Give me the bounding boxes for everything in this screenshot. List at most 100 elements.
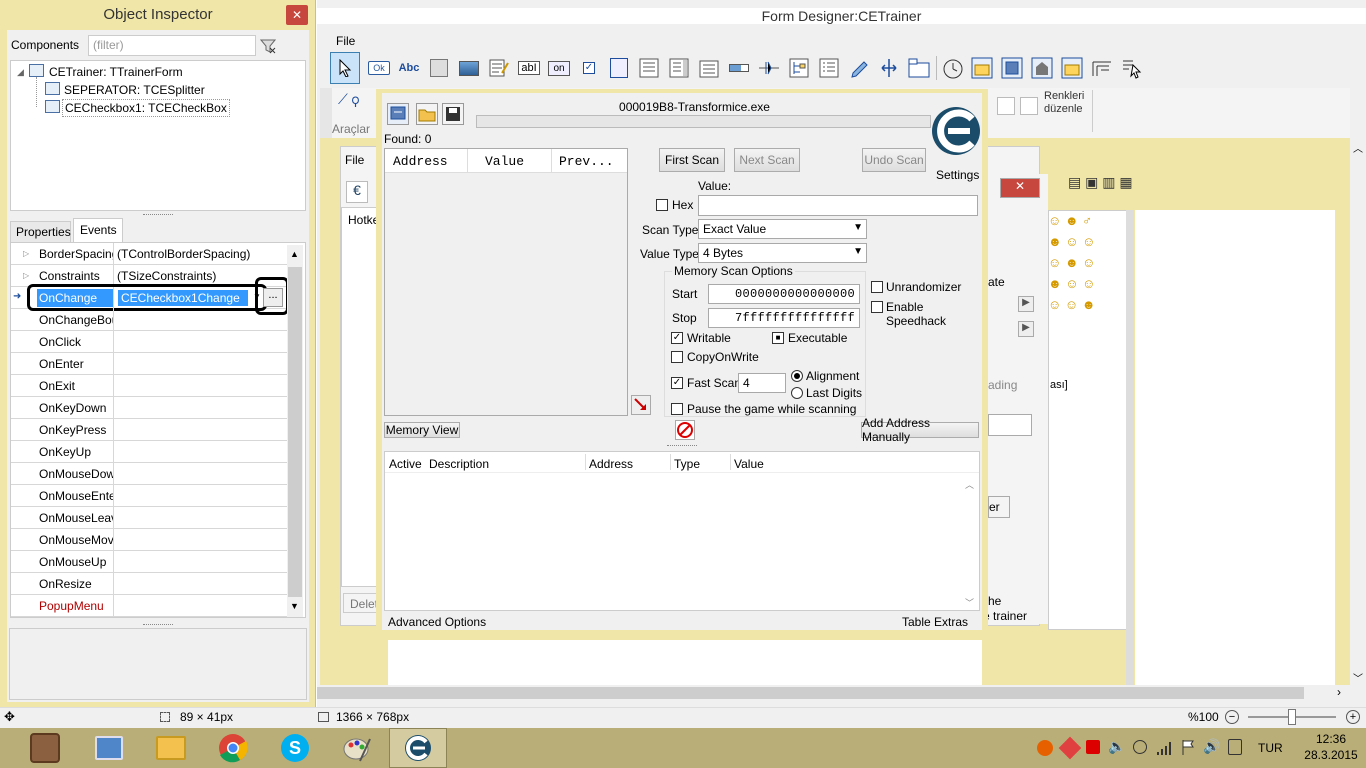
- inspector-close-button[interactable]: ✕: [286, 5, 308, 25]
- tsavedialog-icon[interactable]: [1000, 56, 1024, 80]
- start-address-input[interactable]: 0000000000000000: [708, 284, 860, 304]
- tcheckbox-icon[interactable]: ✓: [577, 56, 601, 80]
- ttrackbar-icon[interactable]: [757, 56, 781, 80]
- topendialog-icon[interactable]: [970, 56, 994, 80]
- event-value[interactable]: (TSizeConstraints): [117, 269, 216, 283]
- save-icon[interactable]: [442, 103, 464, 125]
- tcedit-icon[interactable]: abI: [517, 56, 541, 80]
- alignment-radio[interactable]: [791, 370, 803, 382]
- filter-clear-icon[interactable]: [260, 38, 276, 54]
- scroll-down-icon[interactable]: ▼: [290, 601, 299, 611]
- event-row[interactable]: OnEnter: [11, 353, 287, 375]
- advanced-options-link[interactable]: Advanced Options: [388, 615, 486, 629]
- tray-volume-icon[interactable]: 🔈: [1108, 738, 1125, 755]
- input-language[interactable]: TUR: [1258, 741, 1283, 755]
- tprogressbar-icon[interactable]: [727, 56, 751, 80]
- taskbar-app-explorer-icon[interactable]: [148, 730, 194, 766]
- filter-input[interactable]: (filter): [88, 35, 256, 56]
- scroll-thumb[interactable]: [288, 267, 302, 597]
- tray-flag-icon[interactable]: [1180, 739, 1196, 755]
- tree-expand-icon[interactable]: ◢: [17, 67, 24, 78]
- executable-checkbox[interactable]: ■: [772, 332, 784, 344]
- th-address[interactable]: Address: [589, 457, 633, 471]
- event-row[interactable]: ▷ BorderSpacing (TControlBorderSpacing): [11, 243, 287, 265]
- designer-vscroll[interactable]: ︿ ﹀: [1350, 140, 1366, 685]
- tedit-icon[interactable]: [427, 56, 451, 80]
- add-address-manually-button[interactable]: Add Address Manually: [861, 416, 979, 444]
- th-description[interactable]: Description: [429, 457, 489, 471]
- splitter-grip[interactable]: [143, 214, 173, 217]
- col-address[interactable]: Address: [393, 154, 448, 169]
- tmemo-icon[interactable]: [487, 56, 511, 80]
- stop-scan-icon[interactable]: [675, 420, 695, 440]
- tpanel-icon[interactable]: [607, 56, 631, 80]
- th-active[interactable]: Active: [389, 457, 422, 471]
- tlistview-icon[interactable]: [817, 56, 841, 80]
- tray-speaker-icon[interactable]: 🔊: [1203, 738, 1220, 755]
- tlistbox-icon[interactable]: [637, 56, 661, 80]
- taskbar-app-control-panel-icon[interactable]: [86, 730, 132, 766]
- scroll-down-icon[interactable]: ﹀: [965, 596, 974, 609]
- tcelistview-icon[interactable]: [1030, 56, 1054, 80]
- col-previous[interactable]: Prev...: [559, 154, 614, 169]
- event-row[interactable]: OnChangeBounds: [11, 309, 287, 331]
- event-row[interactable]: OnResize: [11, 573, 287, 595]
- clock-date[interactable]: 28.3.2015: [1298, 748, 1364, 762]
- writable-checkbox[interactable]: ✓: [671, 332, 683, 344]
- open-process-icon[interactable]: [387, 103, 409, 125]
- tpointer-ext-icon[interactable]: [1120, 56, 1144, 80]
- zoom-in-icon[interactable]: +: [1346, 710, 1360, 724]
- settings-label[interactable]: Settings: [936, 168, 979, 182]
- taskbar-app-cheatengine-icon[interactable]: [389, 728, 447, 768]
- tree-item-checkbox[interactable]: CECheckbox1: TCECheckBox: [62, 99, 230, 117]
- event-value[interactable]: CECheckbox1Change: [117, 289, 249, 307]
- tcombobox-icon[interactable]: [667, 56, 691, 80]
- tree-item-form[interactable]: CETrainer: TTrainerForm: [49, 65, 183, 79]
- tpaintbox-icon[interactable]: [847, 56, 871, 80]
- zoom-out-icon[interactable]: −: [1225, 710, 1239, 724]
- fast-scan-input[interactable]: 4: [738, 373, 786, 393]
- expand-icon[interactable]: ▷: [23, 249, 29, 258]
- event-row[interactable]: OnMouseEnter: [11, 485, 287, 507]
- taskbar-app-paint-icon[interactable]: [334, 730, 380, 766]
- event-row[interactable]: ➜ ▼... OnChange CECheckbox1Change: [11, 277, 289, 315]
- event-row[interactable]: OnMouseMove: [11, 529, 287, 551]
- event-row[interactable]: OnKeyUp: [11, 441, 287, 463]
- splitter-grip[interactable]: [667, 445, 697, 448]
- tree-item-splitter[interactable]: SEPERATOR: TCESplitter: [64, 83, 205, 97]
- value-input[interactable]: [698, 195, 978, 216]
- speedhack-checkbox[interactable]: [871, 301, 883, 313]
- memory-view-button[interactable]: Memory View: [384, 422, 460, 438]
- th-value[interactable]: Value: [734, 457, 764, 471]
- taskbar-app-skype-icon[interactable]: S: [272, 730, 318, 766]
- tsplitview-icon[interactable]: [1090, 56, 1114, 80]
- tray-network-icon[interactable]: [1156, 740, 1172, 756]
- designer-hscroll[interactable]: ›: [317, 685, 1350, 701]
- scroll-thumb[interactable]: [317, 687, 1304, 699]
- scroll-up-icon[interactable]: ︿: [1353, 140, 1363, 155]
- th-type[interactable]: Type: [674, 457, 700, 471]
- ttreeview-icon[interactable]: [787, 56, 811, 80]
- splitter-grip[interactable]: [143, 624, 173, 627]
- add-to-list-arrow-icon[interactable]: [631, 395, 651, 415]
- tray-firefox-icon[interactable]: [1037, 740, 1053, 756]
- ttimer-icon[interactable]: [941, 56, 965, 80]
- expand-icon[interactable]: ▷: [23, 271, 29, 280]
- event-value[interactable]: (TControlBorderSpacing): [117, 247, 250, 261]
- event-row[interactable]: OnMouseDown: [11, 463, 287, 485]
- tray-antivirus-icon[interactable]: [1133, 740, 1147, 754]
- tab-properties[interactable]: Properties: [10, 221, 71, 242]
- tbutton-icon[interactable]: Ok: [367, 56, 391, 80]
- value-type-select[interactable]: 4 Bytes ▼: [698, 243, 867, 263]
- col-value[interactable]: Value: [485, 154, 524, 169]
- grid-scrollbar[interactable]: ▲ ▼: [287, 245, 303, 617]
- scroll-up-icon[interactable]: ▲: [290, 249, 299, 259]
- tfindialog-icon[interactable]: [1060, 56, 1084, 80]
- scroll-up-icon[interactable]: ︿: [965, 478, 974, 491]
- tpagecontrol-icon[interactable]: [907, 56, 931, 80]
- event-row[interactable]: OnKeyDown: [11, 397, 287, 419]
- taskbar-app-game-icon[interactable]: [22, 730, 68, 766]
- pause-game-checkbox[interactable]: [671, 403, 683, 415]
- tsplitter-icon[interactable]: [877, 56, 901, 80]
- first-scan-button[interactable]: First Scan: [659, 148, 725, 172]
